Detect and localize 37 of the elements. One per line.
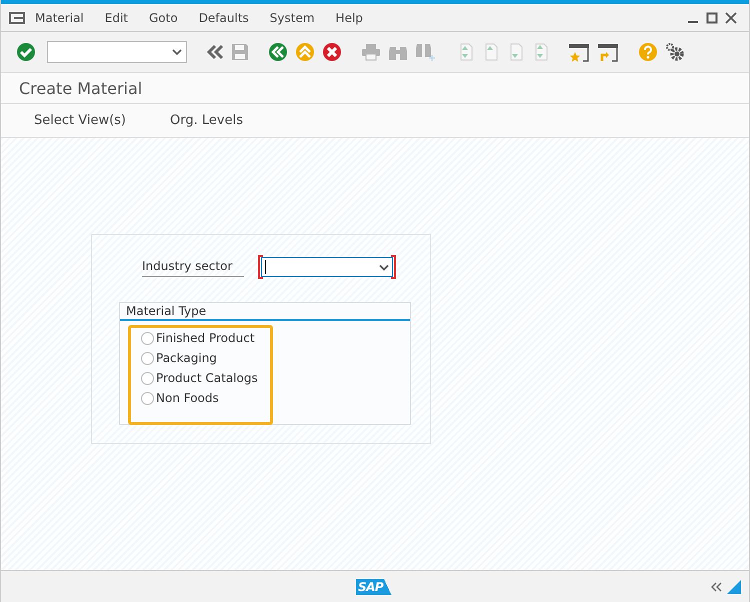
cancel-icon[interactable]: [322, 42, 342, 62]
resize-grip-icon[interactable]: [727, 580, 741, 594]
menu-item[interactable]: Material: [35, 10, 84, 24]
radio-button[interactable]: [141, 352, 154, 364]
menu-item[interactable]: Edit: [104, 10, 128, 24]
field-label: Industry sector: [142, 258, 244, 276]
menu-item[interactable]: Goto: [149, 10, 178, 24]
command-field[interactable]: [47, 41, 187, 63]
radio-button[interactable]: [141, 372, 154, 384]
group-title: Material Type: [120, 303, 410, 321]
radio-label[interactable]: Finished Product: [156, 331, 255, 345]
close-icon[interactable]: [725, 12, 737, 24]
back-icon[interactable]: [268, 42, 288, 62]
check-icon[interactable]: [16, 42, 36, 62]
window-star-icon[interactable]: [568, 42, 590, 62]
radio-button[interactable]: [141, 392, 154, 404]
toolbar-button[interactable]: Org. Levels: [157, 109, 256, 132]
gears-icon[interactable]: [665, 42, 685, 62]
menu-item[interactable]: System: [270, 10, 315, 24]
menu-item[interactable]: Defaults: [198, 10, 249, 24]
menu-icon[interactable]: [9, 12, 25, 24]
maximize-icon[interactable]: [706, 12, 718, 24]
caret-icon: [379, 264, 390, 270]
radio-button[interactable]: [141, 332, 154, 344]
double-chevron-icon[interactable]: [711, 582, 723, 592]
radio-label[interactable]: Packaging: [156, 351, 217, 365]
menu-item[interactable]: Help: [336, 10, 363, 24]
toolbar-button[interactable]: Select View(s): [21, 109, 140, 132]
double-chevron-icon[interactable]: [206, 44, 224, 60]
radio-label[interactable]: Product Catalogs: [156, 371, 258, 385]
help-icon[interactable]: [638, 42, 658, 62]
caret-icon: [172, 49, 182, 55]
dropdown-field[interactable]: [258, 255, 396, 279]
screen-title: Create Material: [19, 78, 142, 98]
window-arrow-icon[interactable]: [597, 42, 619, 62]
radio-label[interactable]: Non Foods: [156, 391, 219, 405]
exit-icon[interactable]: [295, 42, 315, 62]
